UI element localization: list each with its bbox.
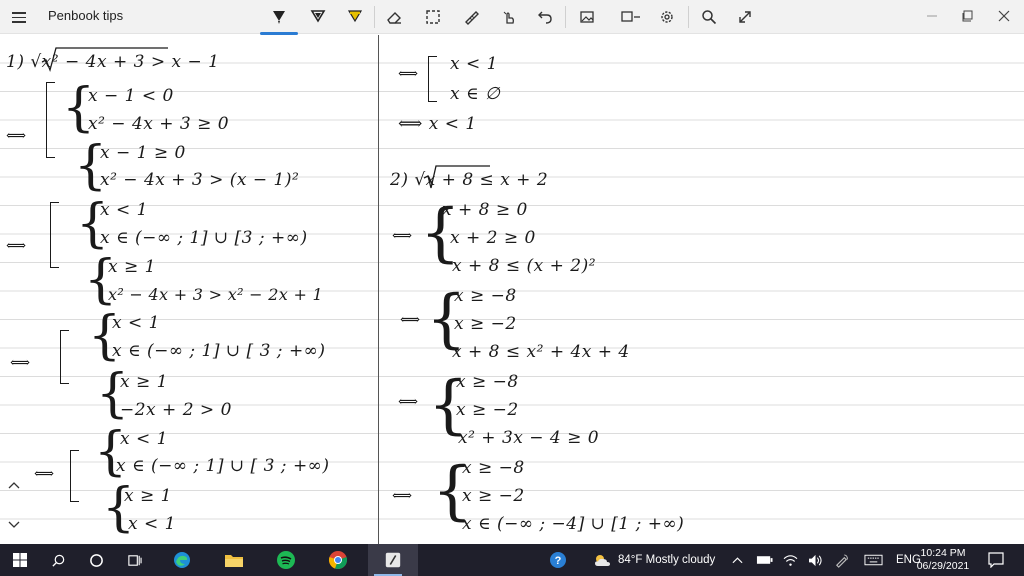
math-line: x ∈ (−∞ ; −4] ∪ [1 ; +∞) (462, 514, 685, 534)
math-line: x < 1 (120, 429, 168, 449)
math-line: x² − 4x + 3 ≥ 0 (88, 114, 230, 134)
scroll-up-icon[interactable] (8, 478, 28, 492)
math-line: x < 1 (128, 514, 176, 534)
app-title: Penbook tips (48, 8, 124, 23)
toolbar-separator (374, 6, 375, 28)
keyboard-icon[interactable] (864, 544, 883, 576)
battery-icon[interactable] (756, 544, 773, 576)
clock[interactable]: 10:24 PM 06/29/2021 (908, 547, 978, 573)
math-line: x + 2 ≥ 0 (450, 228, 536, 248)
cortana-icon[interactable] (76, 544, 116, 576)
clock-time: 10:24 PM (920, 547, 966, 559)
windows-start-icon[interactable] (0, 544, 40, 576)
file-explorer-icon[interactable] (214, 544, 254, 576)
math-line: −2x + 2 > 0 (120, 400, 232, 420)
bracket (46, 82, 55, 158)
brace: { (76, 194, 110, 254)
help-icon[interactable]: ? (538, 544, 578, 576)
pen-icon[interactable] (305, 4, 331, 30)
equivalence-symbol: ⟺ (392, 228, 413, 244)
page-divider (378, 35, 379, 544)
bracket (60, 330, 69, 384)
maximize-button[interactable] (950, 2, 986, 30)
sqrt-symbol (41, 47, 168, 73)
undo-icon[interactable] (532, 4, 558, 30)
spotify-icon[interactable] (266, 544, 306, 576)
equivalence-symbol: ⟺ (400, 312, 421, 328)
toolbar-separator (565, 6, 566, 28)
pen-icon[interactable] (260, 4, 298, 35)
svg-text:?: ? (555, 555, 562, 567)
bracket (50, 202, 59, 268)
brace: { (102, 478, 136, 538)
brace: { (88, 306, 122, 366)
volume-icon[interactable] (808, 544, 823, 576)
math-line: x − 1 ≥ 0 (100, 143, 186, 163)
chrome-icon[interactable] (318, 544, 358, 576)
brace: { (84, 250, 118, 310)
scroll-down-icon[interactable] (8, 518, 28, 532)
search-icon[interactable] (38, 544, 78, 576)
fullscreen-icon[interactable] (732, 4, 758, 30)
minimize-button[interactable] (914, 2, 950, 30)
penbook-icon[interactable] (368, 544, 418, 576)
clock-date: 06/29/2021 (916, 560, 970, 572)
search-icon[interactable] (696, 4, 722, 30)
eraser-icon[interactable] (381, 4, 407, 30)
math-line: x ≥ −2 (456, 400, 519, 420)
lasso-icon[interactable] (420, 4, 446, 30)
equivalence-symbol: ⟺ (34, 466, 55, 482)
taskbar: ? 84°F Mostly cloudy ENG 10:24 PM 06/29/… (0, 544, 1024, 576)
edge-icon[interactable] (162, 544, 202, 576)
math-line: x ∈ (−∞ ; 1] ∪ [ 3 ; +∞) (116, 456, 330, 476)
settings-icon[interactable] (654, 4, 680, 30)
brace: { (74, 136, 108, 196)
math-line: x² + 3x − 4 ≥ 0 (458, 428, 600, 448)
weather-widget[interactable]: 84°F Mostly cloudy (592, 544, 715, 576)
equivalence-symbol: ⟺ (398, 66, 419, 82)
brace: { (96, 364, 130, 424)
equivalence-symbol: ⟺ (392, 488, 413, 504)
equivalence-symbol: ⟺ (398, 394, 419, 410)
menu-icon[interactable] (12, 9, 26, 25)
task-view-icon[interactable] (114, 544, 154, 576)
wifi-icon[interactable] (783, 544, 798, 576)
math-line: x² − 4x + 3 > x² − 2x + 1 (108, 285, 324, 304)
image-icon[interactable] (574, 4, 600, 30)
math-line: x + 8 ≤ (x + 2)² (452, 256, 597, 276)
math-line: x² − 4x + 3 > (x − 1)² (100, 170, 300, 190)
math-line: x ∈ (−∞ ; 1] ∪ [ 3 ; +∞) (112, 341, 326, 361)
pen-workspace-icon[interactable] (834, 544, 849, 576)
toolbar-separator (688, 6, 689, 28)
equivalence-symbol: ⟺ (6, 238, 27, 254)
touch-icon[interactable] (496, 4, 522, 30)
math-line: x + 8 ≤ x² + 4x + 4 (452, 342, 630, 362)
math-line: x < 1 (450, 54, 498, 74)
tray-chevron-icon[interactable] (732, 544, 743, 576)
highlighter-icon[interactable] (342, 4, 368, 30)
title-bar: Penbook tips (0, 0, 1024, 35)
notification-icon[interactable] (988, 544, 1004, 576)
math-line: x ∈ (−∞ ; 1] ∪ [3 ; +∞) (100, 228, 308, 248)
bracket (428, 56, 437, 102)
ruler-icon[interactable] (458, 4, 484, 30)
close-button[interactable] (986, 2, 1022, 30)
shape-icon[interactable] (616, 4, 646, 30)
sqrt-symbol (423, 165, 490, 189)
equivalence-symbol: ⟺ (10, 355, 31, 371)
bracket (70, 450, 79, 502)
penbook-app: Penbook tips 1) √x² − 4x + 3 > x − 1 x −… (0, 0, 1024, 544)
brace: { (94, 422, 128, 482)
math-line: x ≥ −2 (462, 486, 525, 506)
math-line: x − 1 < 0 (88, 86, 174, 106)
equivalence-symbol: ⟺ (6, 128, 27, 144)
weather-cloud-icon (595, 555, 610, 566)
math-line: ⟺ x < 1 (398, 114, 477, 134)
weather-text: 84°F Mostly cloudy (618, 554, 716, 566)
math-line: x ≥ −2 (454, 314, 517, 334)
math-line: x ∈ ∅ (450, 84, 501, 104)
brace: { (62, 78, 96, 138)
